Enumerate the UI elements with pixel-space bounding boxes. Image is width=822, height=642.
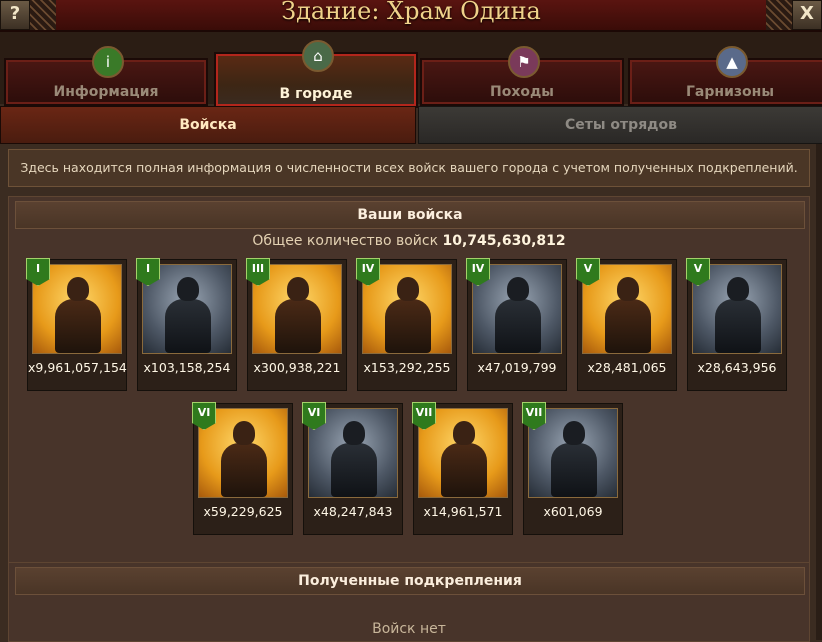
- warrior-head-icon: [67, 277, 89, 301]
- tab-marches-label: Походы: [490, 84, 554, 100]
- warrior-head-icon: [397, 277, 419, 301]
- warrior-body-icon: [715, 299, 761, 353]
- troop-card[interactable]: VII x14,961,571: [412, 402, 513, 535]
- troop-count: x28,481,065: [587, 360, 667, 375]
- troop-card[interactable]: VI x48,247,843: [302, 402, 403, 535]
- troop-card[interactable]: Ix103,158,254: [136, 258, 237, 391]
- troop-card[interactable]: Ix9,961,057,154: [26, 258, 127, 391]
- troop-card[interactable]: Vx28,481,065: [576, 258, 677, 391]
- warrior-body-icon: [275, 299, 321, 353]
- warrior-body-icon: [55, 299, 101, 353]
- reinforcements-empty-text: Войск нет: [372, 621, 446, 637]
- window-title: Здание: Храм Одина: [281, 0, 541, 25]
- troops-panel-title: Ваши войска: [15, 201, 805, 229]
- tab-garrisons-label: Гарнизоны: [686, 84, 774, 100]
- tab-info-label: Информация: [53, 84, 159, 100]
- warrior-body-icon: [221, 443, 267, 497]
- reinforcements-title: Полученные подкрепления: [15, 567, 805, 595]
- troop-card[interactable]: VI x59,229,625: [192, 402, 293, 535]
- warrior-body-icon: [165, 299, 211, 353]
- info-text: Здесь находится полная информация о числ…: [8, 149, 810, 187]
- info-icon: i: [92, 46, 124, 78]
- tab-info[interactable]: i Информация: [4, 46, 208, 106]
- warrior-head-icon: [343, 421, 365, 445]
- troop-count: x9,961,057,154: [28, 360, 127, 375]
- troop-count: x14,961,571: [423, 504, 503, 519]
- troop-card[interactable]: IV x47,019,799: [466, 258, 567, 391]
- warrior-body-icon: [385, 299, 431, 353]
- troop-count: x300,938,221: [253, 360, 341, 375]
- warrior-body-icon: [331, 443, 377, 497]
- warrior-body-icon: [605, 299, 651, 353]
- close-button[interactable]: X: [792, 0, 822, 30]
- total-troops-line: Общее количество войск 10,745,630,812: [9, 233, 809, 249]
- scrollbar[interactable]: [816, 144, 822, 640]
- reinforcements-panel: Полученные подкрепления Войск нет: [8, 562, 810, 642]
- troop-count: x47,019,799: [477, 360, 557, 375]
- troop-count: x153,292,255: [363, 360, 451, 375]
- troops-panel: Ваши войска Общее количество войск 10,74…: [8, 196, 810, 598]
- tab-marches[interactable]: ⚑ Походы: [420, 46, 624, 106]
- warrior-body-icon: [495, 299, 541, 353]
- knot-ornament-right: [766, 0, 792, 30]
- troop-card[interactable]: IV x153,292,255: [356, 258, 457, 391]
- subtab-squad-sets[interactable]: Сеты отрядов: [418, 106, 822, 144]
- content-area: Здесь находится полная информация о числ…: [0, 144, 822, 642]
- warrior-body-icon: [441, 443, 487, 497]
- tab-in-city-label: В городе: [279, 86, 353, 102]
- warrior-body-icon: [551, 443, 597, 497]
- warrior-head-icon: [287, 277, 309, 301]
- march-icon: ⚑: [508, 46, 540, 78]
- warrior-head-icon: [727, 277, 749, 301]
- tab-in-city[interactable]: ⌂ В городе: [214, 40, 418, 108]
- troop-count: x103,158,254: [143, 360, 231, 375]
- garrison-icon: ▲: [716, 46, 748, 78]
- warrior-head-icon: [617, 277, 639, 301]
- warrior-head-icon: [563, 421, 585, 445]
- title-bar: ? Здание: Храм Одина X: [0, 0, 822, 32]
- troop-card[interactable]: III x300,938,221: [246, 258, 347, 391]
- troop-count: x601,069: [543, 504, 603, 519]
- troop-count: x59,229,625: [203, 504, 283, 519]
- troop-count: x48,247,843: [313, 504, 393, 519]
- troop-count: x28,643,956: [697, 360, 777, 375]
- warrior-head-icon: [177, 277, 199, 301]
- total-troops-value: 10,745,630,812: [442, 233, 566, 249]
- troop-card[interactable]: Vx28,643,956: [686, 258, 787, 391]
- warrior-head-icon: [453, 421, 475, 445]
- subtab-troops[interactable]: Войска: [0, 106, 416, 144]
- warrior-head-icon: [507, 277, 529, 301]
- warrior-head-icon: [233, 421, 255, 445]
- troop-card[interactable]: VII x601,069: [522, 402, 623, 535]
- total-troops-label: Общее количество войск: [252, 233, 439, 249]
- main-tabs: i Информация ⌂ В городе ⚑ Походы ▲ Гарни…: [0, 32, 822, 108]
- tab-garrisons[interactable]: ▲ Гарнизоны: [628, 46, 822, 106]
- city-icon: ⌂: [302, 40, 334, 72]
